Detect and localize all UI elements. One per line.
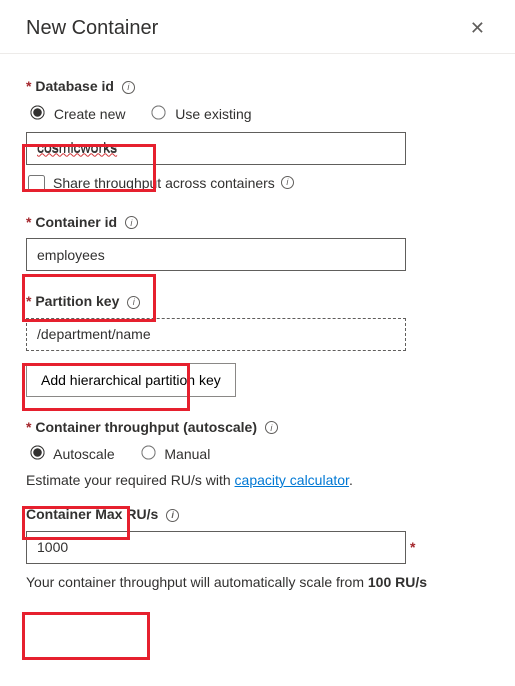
required-marker: * [26, 293, 31, 309]
db-use-existing-radio[interactable] [152, 105, 166, 119]
container-max-ru-input[interactable] [26, 531, 406, 564]
info-icon[interactable]: i [127, 296, 140, 309]
container-id-label: * Container id i [26, 214, 489, 231]
panel-title: New Container [26, 17, 158, 40]
estimate-suffix: . [349, 472, 353, 488]
db-create-new-radio[interactable] [30, 105, 44, 119]
database-mode-radio-row: Create new Use existing [26, 103, 489, 122]
throughput-manual-radio[interactable] [141, 445, 155, 459]
throughput-manual-option[interactable]: Manual [137, 446, 211, 462]
add-hierarchical-pk-button[interactable]: Add hierarchical partition key [26, 363, 236, 397]
share-throughput-label: Share throughput across containers [53, 175, 275, 191]
partition-key-input[interactable] [26, 318, 406, 351]
container-id-input[interactable] [26, 238, 406, 271]
info-icon[interactable]: i [265, 421, 278, 434]
required-marker: * [26, 419, 31, 435]
throughput-autoscale-option[interactable]: Autoscale [26, 446, 119, 462]
database-id-group: * Database id i Create new Use existing … [26, 78, 489, 192]
throughput-footer-text: Your container throughput will automatic… [26, 574, 489, 590]
db-create-new-label: Create new [54, 106, 126, 122]
database-id-label: * Database id i [26, 78, 489, 95]
db-create-new-option[interactable]: Create new [26, 106, 129, 122]
container-id-label-text: Container id [35, 214, 117, 230]
partition-key-group: * Partition key i Add hierarchical parti… [26, 293, 489, 397]
share-throughput-checkbox[interactable] [28, 175, 45, 192]
throughput-autoscale-radio[interactable] [30, 445, 44, 459]
required-marker: * [410, 539, 415, 555]
throughput-manual-label: Manual [164, 446, 210, 462]
container-max-ru-label-text: Container Max RU/s [26, 506, 158, 522]
share-throughput-row: Share throughput across containers i [26, 175, 489, 192]
info-icon[interactable]: i [166, 509, 179, 522]
panel-header: New Container ✕ [0, 0, 515, 54]
throughput-label-text: Container throughput (autoscale) [35, 419, 257, 435]
required-marker: * [26, 214, 31, 230]
container-max-ru-label: Container Max RU/s i [26, 506, 489, 523]
info-icon[interactable]: i [125, 216, 138, 229]
container-id-group: * Container id i [26, 214, 489, 272]
panel-body: * Database id i Create new Use existing … [0, 54, 515, 590]
throughput-mode-radio-row: Autoscale Manual [26, 443, 489, 462]
info-icon[interactable]: i [122, 81, 135, 94]
estimate-prefix: Estimate your required RU/s with [26, 472, 235, 488]
throughput-helper-text: Estimate your required RU/s with capacit… [26, 472, 489, 488]
required-marker: * [26, 78, 31, 94]
footer-strong: 100 RU/s [368, 574, 427, 590]
db-use-existing-option[interactable]: Use existing [147, 106, 251, 122]
partition-key-label-text: Partition key [35, 293, 119, 309]
footer-prefix: Your container throughput will automatic… [26, 574, 368, 590]
highlight-box [22, 612, 150, 660]
capacity-calculator-link[interactable]: capacity calculator [235, 472, 349, 488]
db-use-existing-label: Use existing [175, 106, 251, 122]
partition-key-label: * Partition key i [26, 293, 489, 310]
database-id-input[interactable] [26, 132, 406, 165]
close-icon[interactable]: ✕ [466, 14, 489, 43]
throughput-autoscale-label: Autoscale [53, 446, 114, 462]
throughput-group: * Container throughput (autoscale) i Aut… [26, 419, 489, 590]
database-id-label-text: Database id [35, 78, 114, 94]
info-icon[interactable]: i [281, 176, 294, 189]
throughput-label: * Container throughput (autoscale) i [26, 419, 489, 436]
